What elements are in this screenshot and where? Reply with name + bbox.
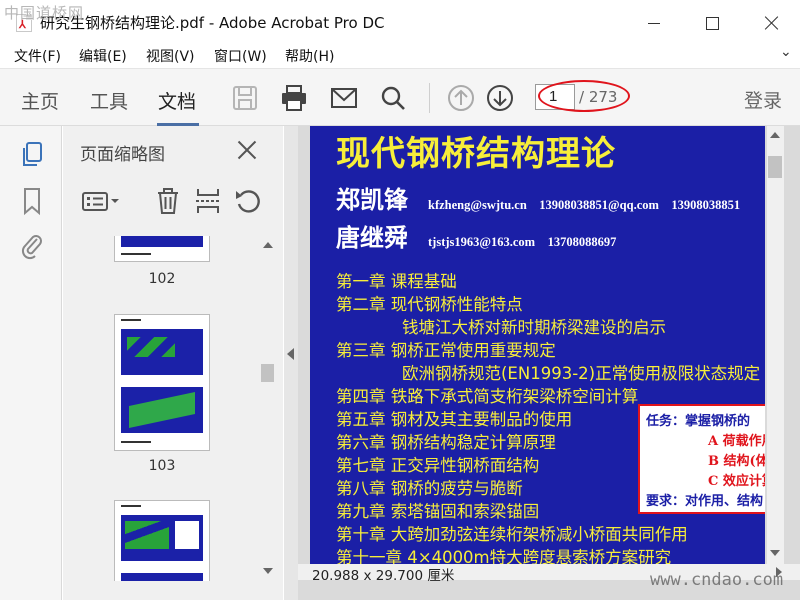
thumbnail-options-icon[interactable] (81, 186, 121, 216)
menu-help[interactable]: 帮助(H) (285, 46, 334, 66)
tab-tools[interactable]: 工具 (90, 87, 128, 114)
page-number-highlight-annotation (538, 80, 630, 112)
close-panel-icon[interactable] (235, 138, 259, 162)
page-size-readout: 20.988 x 29.700 厘米 (312, 568, 455, 584)
scroll-up-arrow-icon[interactable] (263, 242, 273, 248)
thumbnail-list: 102 103 (63, 236, 258, 581)
thumbnail-page-102[interactable] (114, 236, 210, 262)
thumbnail-label-102: 102 (148, 271, 176, 287)
menu-edit[interactable]: 编辑(E) (79, 46, 127, 66)
collapse-arrow-icon (287, 348, 294, 360)
chapter-item: 第五章 钢材及其主要制品的使用 (336, 410, 573, 429)
chapter-subitem: 欧洲钢桥规范(EN1993-2)正常使用极限状态规定 (402, 364, 761, 383)
thumbnail-page-103[interactable] (114, 314, 210, 451)
email-icon[interactable] (329, 83, 359, 113)
task-line: C 效应计算 (708, 474, 765, 489)
rotate-page-icon[interactable] (233, 186, 263, 216)
document-title: 现代钢桥结构理论 (336, 134, 616, 174)
chapter-item: 第四章 铁路下承式简支桁架梁桥空间计算 (336, 387, 639, 406)
maximize-button[interactable] (698, 8, 728, 38)
next-page-icon[interactable] (485, 83, 515, 113)
chapter-item: 第十一章 4×4000m特大跨度悬索桥方案研究 (336, 548, 672, 564)
task-line: 任务：掌握钢桥的 (646, 414, 751, 429)
watermark-top: 中国道桥网 (4, 4, 85, 22)
minimize-button[interactable] (640, 8, 670, 38)
chapter-item: 第七章 正交异性钢桥面结构 (336, 456, 540, 475)
document-view: 现代钢桥结构理论 郑凯锋 kfzheng@swjtu.cn 1390803885… (298, 126, 800, 600)
task-line: A 荷载作用 (708, 434, 765, 449)
panel-collapse-handle[interactable] (284, 126, 298, 600)
save-icon[interactable] (230, 83, 260, 113)
tab-document[interactable]: 文档 (158, 87, 196, 114)
chapter-item: 第九章 索塔锚固和索梁锚固 (336, 502, 540, 521)
page-thumbnails-icon[interactable] (18, 140, 46, 170)
chapter-item: 第一章 课程基础 (336, 272, 457, 291)
author-contact-2: tjstjs1963@163.com 13708088697 (428, 235, 617, 249)
insert-page-icon[interactable] (193, 186, 223, 216)
menu-bar: 文件(F) 编辑(E) 视图(V) 窗口(W) 帮助(H) ⌄ (0, 44, 800, 66)
menu-view[interactable]: 视图(V) (146, 46, 195, 66)
search-icon[interactable] (378, 83, 408, 113)
bookmarks-icon[interactable] (18, 186, 46, 216)
login-button[interactable]: 登录 (744, 86, 782, 113)
scroll-up-arrow-icon[interactable] (770, 132, 780, 138)
chapter-item: 第二章 现代钢桥性能特点 (336, 295, 523, 314)
menu-window[interactable]: 窗口(W) (214, 46, 267, 66)
scrollbar-thumb[interactable] (768, 156, 782, 178)
menu-file[interactable]: 文件(F) (14, 46, 61, 66)
panel-title: 页面缩略图 (80, 145, 165, 165)
author-name-2: 唐继舜 (336, 223, 408, 252)
main-toolbar: 主页 工具 文档 (0, 68, 800, 126)
task-callout-box: 任务：掌握钢桥的 A 荷载作用 B 结构(体系) C 效应计算 要求：对作用、结… (638, 404, 765, 514)
window-title: 研究生钢桥结构理论.pdf - Adobe Acrobat Pro DC (40, 14, 385, 32)
delete-page-icon[interactable] (153, 186, 183, 216)
author-contact-1: kfzheng@swjtu.cn 13908038851@qq.com 1390… (428, 198, 741, 212)
scrollbar-thumb[interactable] (261, 364, 274, 382)
thumbnail-label-103: 103 (148, 458, 176, 474)
menu-collapse-chevron-icon[interactable]: ⌄ (780, 44, 792, 60)
chapter-item: 第十章 大跨加劲弦连续桁架桥减小桥面共同作用 (336, 525, 688, 544)
title-bar: ⅄ 研究生钢桥结构理论.pdf - Adobe Acrobat Pro DC (0, 0, 800, 44)
document-page: 现代钢桥结构理论 郑凯锋 kfzheng@swjtu.cn 1390803885… (310, 126, 765, 564)
page-thumbnails-panel: 页面缩略图 102 103 (63, 126, 283, 600)
previous-page-icon[interactable] (446, 83, 476, 113)
thumbnail-page-104[interactable] (114, 500, 210, 581)
watermark-bottom: www.cndao.com (650, 570, 784, 590)
chapter-item: 第六章 钢桥结构稳定计算原理 (336, 433, 556, 452)
tab-home[interactable]: 主页 (21, 87, 59, 114)
chapter-item: 第三章 钢桥正常使用重要规定 (336, 341, 556, 360)
thumbnail-scrollbar[interactable] (260, 236, 275, 581)
document-vertical-scrollbar[interactable] (767, 126, 784, 564)
toolbar-separator (429, 83, 430, 113)
scroll-down-arrow-icon[interactable] (263, 568, 273, 574)
task-line: B 结构(体系) (708, 454, 765, 469)
thumbnail-toolbar (63, 182, 283, 222)
left-navigation-rail (0, 126, 62, 600)
author-name-1: 郑凯锋 (336, 185, 408, 214)
close-window-button[interactable] (756, 8, 786, 38)
task-line: 要求：对作用、结构 (646, 494, 764, 509)
print-icon[interactable] (279, 83, 309, 113)
scroll-down-arrow-icon[interactable] (770, 550, 780, 556)
attachments-icon[interactable] (18, 230, 46, 260)
chapter-subitem: 钱塘江大桥对新时期桥梁建设的启示 (402, 318, 666, 337)
chapter-item: 第八章 钢桥的疲劳与脆断 (336, 479, 523, 498)
